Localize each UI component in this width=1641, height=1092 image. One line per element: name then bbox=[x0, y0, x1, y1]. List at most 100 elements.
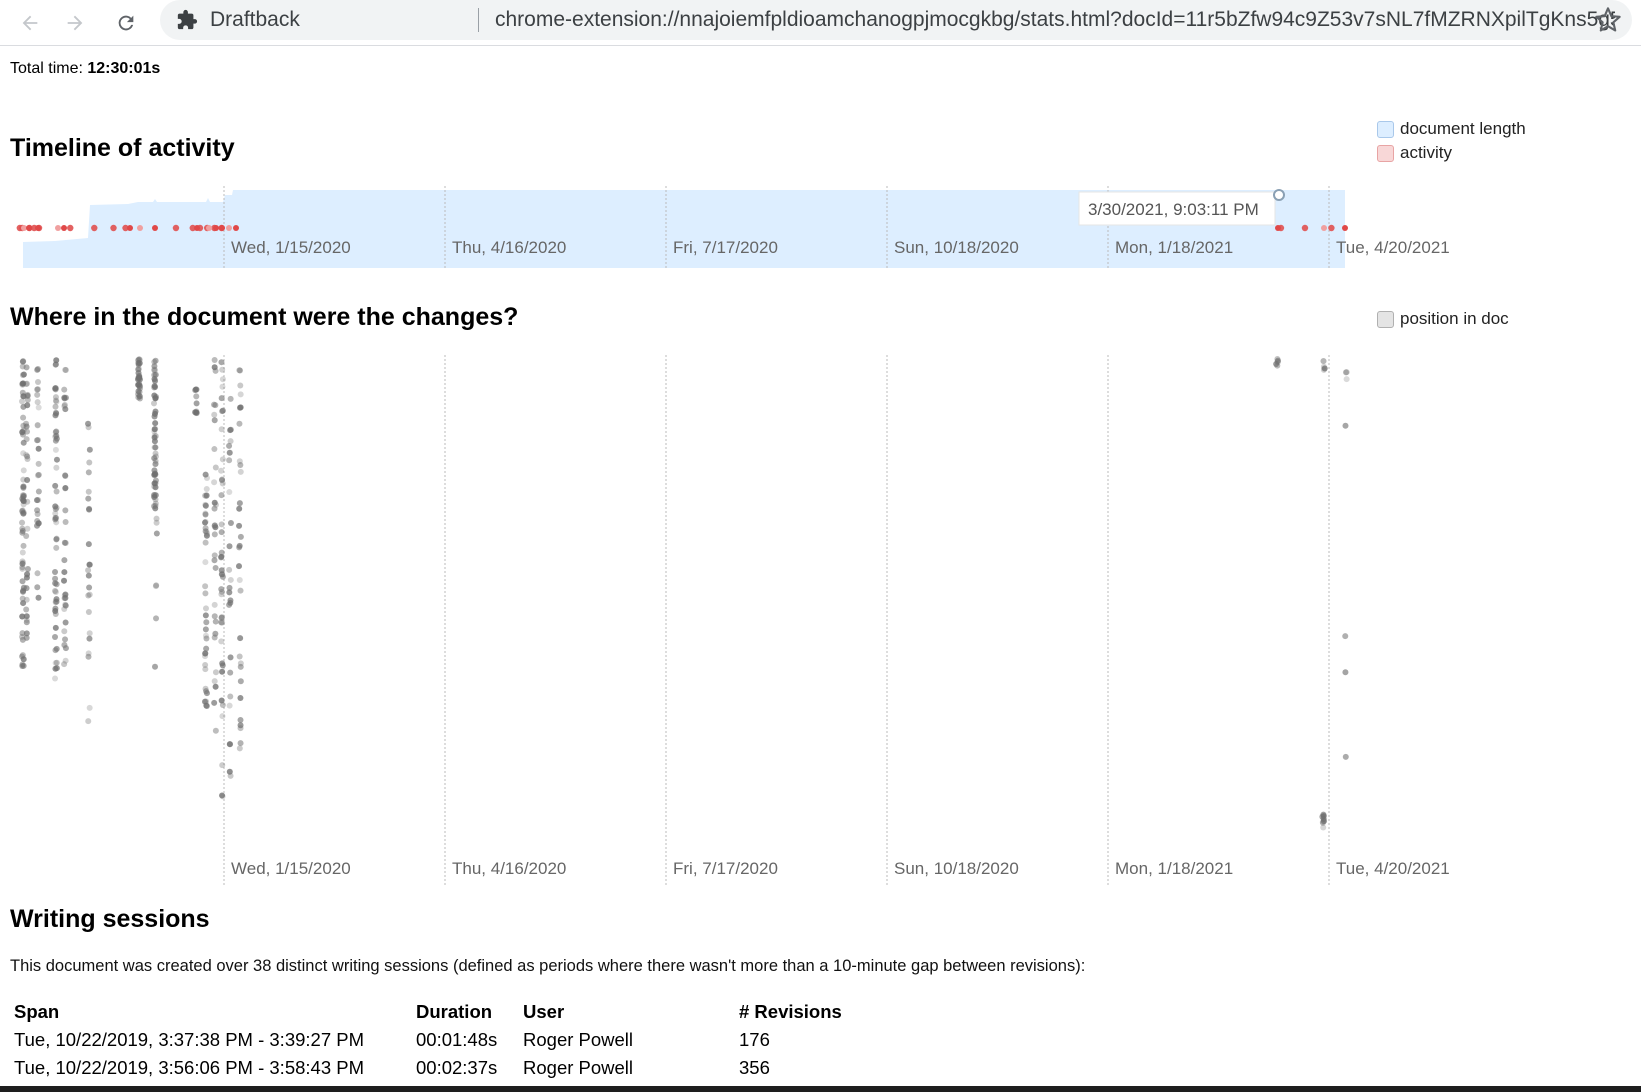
positions-tick-label: Mon, 1/18/2021 bbox=[1115, 859, 1233, 878]
activity-dot[interactable] bbox=[213, 225, 219, 231]
position-dot bbox=[52, 403, 59, 410]
position-dot bbox=[227, 669, 234, 676]
position-dot bbox=[219, 762, 226, 769]
position-dot bbox=[35, 520, 42, 527]
legend-activity[interactable]: activity bbox=[1377, 143, 1452, 163]
position-dot bbox=[218, 554, 225, 561]
position-dot bbox=[202, 501, 209, 508]
position-dot bbox=[237, 382, 244, 389]
position-dot bbox=[227, 741, 234, 748]
position-dot bbox=[86, 635, 93, 642]
activity-dot[interactable] bbox=[91, 224, 98, 232]
position-dot bbox=[211, 522, 218, 529]
reload-icon bbox=[118, 15, 134, 31]
position-dot bbox=[212, 402, 219, 409]
activity-dot[interactable] bbox=[1328, 224, 1335, 232]
position-dot bbox=[153, 615, 160, 622]
position-dot bbox=[34, 366, 41, 373]
position-dot bbox=[23, 574, 30, 581]
activity-dot[interactable] bbox=[1321, 225, 1327, 231]
position-dot bbox=[202, 666, 209, 673]
position-dot bbox=[218, 395, 225, 402]
position-dot bbox=[20, 467, 27, 474]
activity-dot[interactable] bbox=[206, 225, 212, 231]
address-bar[interactable]: Draftback chrome-extension://nnajoiemfpl… bbox=[160, 0, 1632, 40]
positions-tick-label: Thu, 4/16/2020 bbox=[452, 859, 566, 878]
activity-dot[interactable] bbox=[194, 225, 200, 231]
position-dot bbox=[52, 575, 59, 582]
position-dot bbox=[227, 427, 234, 434]
position-dot bbox=[212, 727, 219, 734]
position-dot bbox=[24, 498, 31, 505]
position-dot bbox=[237, 367, 244, 374]
activity-dot[interactable] bbox=[226, 225, 232, 231]
positions-tick-label: Tue, 4/20/2021 bbox=[1336, 859, 1450, 878]
position-dot bbox=[1320, 812, 1327, 819]
activity-dot[interactable] bbox=[26, 225, 32, 231]
forward-button[interactable] bbox=[58, 6, 92, 40]
position-dot bbox=[85, 572, 92, 579]
cell-revisions: 356 bbox=[739, 1057, 770, 1078]
position-dot bbox=[151, 480, 158, 487]
cell-duration: 00:02:37s bbox=[416, 1057, 498, 1078]
activity-dot[interactable] bbox=[67, 224, 74, 232]
position-dot bbox=[192, 387, 199, 394]
url-text[interactable]: chrome-extension://nnajoiemfpldioamchano… bbox=[495, 8, 1615, 32]
position-dot bbox=[151, 426, 158, 433]
activity-dot[interactable] bbox=[152, 225, 158, 231]
activity-dot[interactable] bbox=[233, 225, 239, 231]
position-dot bbox=[211, 613, 218, 620]
legend-document-length[interactable]: document length bbox=[1377, 119, 1526, 139]
position-dot bbox=[23, 585, 30, 592]
position-dot bbox=[203, 528, 210, 535]
timeline-chart[interactable]: Wed, 1/15/2020 Thu, 4/16/2020 Fri, 7/17/20… bbox=[0, 186, 1641, 268]
position-dot bbox=[85, 488, 92, 495]
position-dot bbox=[236, 522, 243, 529]
table-row: Tue, 10/22/2019, 3:56:06 PM - 3:58:43 PM… bbox=[10, 1054, 855, 1082]
position-dot bbox=[219, 376, 226, 383]
activity-dot[interactable] bbox=[1301, 224, 1309, 232]
reload-button[interactable] bbox=[109, 6, 143, 40]
position-dot bbox=[152, 470, 159, 477]
activity-dot[interactable] bbox=[61, 225, 67, 231]
position-dot bbox=[23, 613, 30, 620]
position-dot bbox=[62, 657, 69, 664]
position-dot bbox=[227, 395, 234, 402]
position-dot bbox=[23, 380, 30, 387]
position-dot bbox=[34, 379, 41, 386]
position-dot bbox=[62, 539, 69, 546]
position-dot bbox=[35, 445, 42, 452]
col-header-user: User bbox=[523, 1001, 565, 1022]
activity-dot[interactable] bbox=[55, 225, 61, 231]
activity-dot[interactable] bbox=[35, 225, 41, 231]
positions-chart[interactable]: Wed, 1/15/2020 Thu, 4/16/2020 Fri, 7/17/20… bbox=[0, 355, 1641, 885]
position-dot bbox=[218, 638, 225, 645]
legend-position-in-doc[interactable]: position in doc bbox=[1377, 309, 1509, 329]
position-dot bbox=[211, 699, 218, 706]
position-dot bbox=[211, 417, 218, 424]
activity-dot[interactable] bbox=[1275, 225, 1281, 231]
legend-swatch-position-in-doc bbox=[1377, 310, 1394, 328]
position-dot bbox=[53, 596, 60, 603]
position-dot bbox=[53, 464, 60, 471]
activity-dot[interactable] bbox=[137, 225, 143, 231]
position-dot bbox=[237, 533, 244, 540]
positions-gridlines bbox=[223, 355, 1330, 885]
activity-dot[interactable] bbox=[219, 225, 225, 231]
activity-dot[interactable] bbox=[1342, 225, 1348, 231]
activity-dot[interactable] bbox=[172, 224, 180, 232]
activity-dot[interactable] bbox=[110, 224, 117, 232]
back-button[interactable] bbox=[13, 6, 47, 40]
position-dot bbox=[61, 592, 68, 599]
position-dot bbox=[1342, 669, 1349, 676]
position-dot bbox=[218, 426, 225, 433]
position-dot bbox=[62, 636, 69, 643]
position-dot bbox=[19, 372, 26, 379]
position-dot bbox=[20, 484, 27, 491]
star-icon[interactable] bbox=[1594, 6, 1622, 34]
position-dot bbox=[86, 561, 93, 568]
position-dot bbox=[203, 492, 210, 499]
position-dot bbox=[1320, 366, 1327, 373]
activity-dot[interactable] bbox=[127, 225, 133, 231]
position-dot bbox=[219, 573, 226, 580]
